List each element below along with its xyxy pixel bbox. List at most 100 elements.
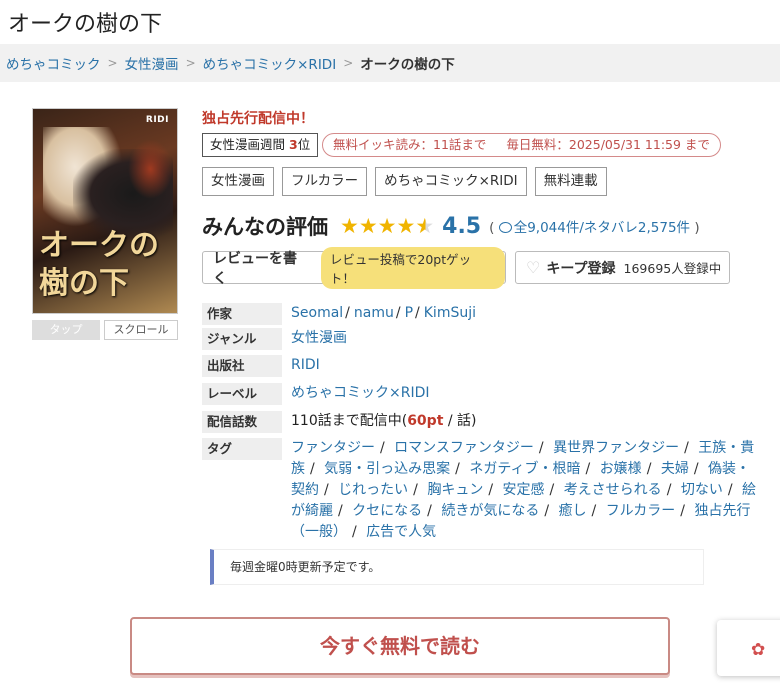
rank-badge[interactable]: 女性漫画週間 3 位 [202,133,319,157]
breadcrumb-separator: > [107,56,118,70]
rating-row: みんなの評価 ★ ★ ★ ★ ★ 4.5 ( 全9,044件/ネタバレ2,575… [202,211,700,241]
tag-link[interactable]: ファンタジー [291,440,375,456]
write-review-label: レビューを書く [213,250,297,287]
tag-link[interactable]: 胸キュン [427,482,483,498]
episodes-price: 60pt [407,413,444,429]
tap-button[interactable]: タップ [32,320,100,340]
star-icon: ★ [396,213,416,238]
star-icon: ★ [358,213,378,238]
tag-separator: / [585,461,591,477]
tag-separator: / [544,503,550,519]
cover-title-line: 樹の下 [39,266,129,301]
tag-separator: / [538,440,544,456]
tag-link[interactable]: じれったい [338,482,408,498]
free-read-badge: 無料イッキ読み：11話まで 毎日無料：2025/05/31 11:59 まで [322,133,721,157]
tag-separator: / [324,482,329,498]
cover-image[interactable]: RIDI オークの 樹の下 [32,108,178,314]
tag-link[interactable]: 夫婦 [661,461,689,477]
read-free-now-button[interactable]: 今すぐ無料で読む [130,617,670,675]
rank-badge-suffix: 位 [297,137,311,152]
tag-separator: / [666,482,672,498]
info-row-publisher: 出版社 RIDI [202,355,772,383]
exclusive-label: 独占先行配信中！ [202,111,314,127]
breadcrumb-separator: > [343,56,354,70]
keep-register-button[interactable]: ♡ キープ登録 169695人登録中 [515,251,730,284]
tag-list: ファンタジー / ロマンスファンタジー / 異世界ファンタジー / 王族・貴族 / 気弱… [282,438,762,543]
free-binge-text: 無料イッキ読み：11話まで [333,137,487,152]
rating-label: みんなの評価 [202,215,328,239]
paren-open: ( [489,220,495,236]
tag-link[interactable]: 切ない [681,482,723,498]
tag-link[interactable]: 考えさせられる [564,482,662,498]
info-key: タグ [202,438,282,460]
category-tag[interactable]: 女性漫画 [202,167,274,196]
author-link[interactable]: Seomal [291,305,343,321]
breadcrumb-separator: > [185,56,196,70]
tag-separator: / [488,482,494,498]
rank-badge-number: 3 [289,137,298,152]
cover-figure-hair [128,139,173,199]
star-icon: ★ [340,213,359,238]
write-review-button[interactable]: レビューを書く レビュー投稿で20ptゲット！ [202,246,506,289]
tag-link[interactable]: 気弱・引っ込み思案 [324,461,450,477]
author-link[interactable]: KimSuji [424,305,476,321]
tag-link[interactable]: ネガティブ・根暗 [469,461,580,477]
half-star-icon: ★ [415,213,435,238]
review-count-link[interactable]: ( 全9,044件/ネタバレ2,575件 ) [489,216,700,236]
tag-link[interactable]: 続きが気になる [441,503,539,519]
tag-separator: / [727,482,733,498]
rank-badge-label: 女性漫画週間 [210,137,286,152]
publisher-link[interactable]: RIDI [282,355,320,383]
tag-link[interactable]: 安定感 [503,482,545,498]
tag-link[interactable]: クセになる [352,503,422,519]
review-reward-pill: レビュー投稿で20ptゲット！ [320,246,505,289]
tag-separator: / [455,461,460,477]
tag-link[interactable]: 異世界ファンタジー [553,440,679,456]
paren-close: ) [694,220,700,236]
tag-link[interactable]: フルカラー [606,503,676,519]
category-tag[interactable]: フルカラー [282,167,368,196]
spoiler-count: /ネタバレ2,575件 [579,220,691,236]
tag-link[interactable]: 癒し [559,503,587,519]
floating-gift-button[interactable]: ✿ [717,620,780,676]
tag-link[interactable]: ロマンスファンタジー [394,440,534,456]
tag-separator: / [413,482,418,498]
author-link[interactable]: namu [354,305,394,321]
gift-icon: ✿ [751,640,766,660]
rating-stars: ★ ★ ★ ★ ★ [340,213,435,238]
breadcrumb: めちゃコミック > 女性漫画 > めちゃコミック×RIDI > オークの樹の下 [0,44,780,82]
label-link[interactable]: めちゃコミック×RIDI [282,383,430,411]
category-tag[interactable]: 無料連載 [534,167,607,196]
tag-separator: / [680,503,685,519]
tag-separator: / [591,503,597,519]
genre-link[interactable]: 女性漫画 [282,328,347,355]
scroll-button[interactable]: スクロール [104,320,178,340]
episodes-suffix: / 話) [443,413,477,429]
info-key: ジャンル [202,328,282,350]
breadcrumb-current: オークの樹の下 [360,57,455,73]
tag-separator: / [427,503,432,519]
breadcrumb-link-mechacomic[interactable]: めちゃコミック [6,53,101,73]
tag-separator: / [646,461,652,477]
tag-separator: / [310,461,315,477]
info-row-label: レーベル めちゃコミック×RIDI [202,383,772,411]
cover-publisher-mark: RIDI [145,115,169,125]
info-row-genre: ジャンル 女性漫画 [202,328,772,355]
info-table: 作家 Seomal / namu / P / KimSuji ジャンル 女性漫画 出版社 R… [202,303,772,543]
info-key: 作家 [202,303,282,325]
info-key: レーベル [202,383,282,405]
star-icon: ★ [377,213,397,238]
daily-free-text: 毎日無料：2025/05/31 11:59 まで [506,137,710,152]
tag-link[interactable]: 広告で人気 [366,524,436,540]
category-tag[interactable]: めちゃコミック×RIDI [375,167,527,196]
info-key: 出版社 [202,355,282,377]
category-tag-list: 女性漫画 フルカラー めちゃコミック×RIDI 無料連載 [202,167,607,196]
breadcrumb-link-josei[interactable]: 女性漫画 [125,53,179,73]
author-link[interactable]: P [405,305,413,321]
tag-link[interactable]: お嬢様 [600,461,642,477]
comment-count: 全9,044件 [513,220,580,236]
breadcrumb-link-ridi[interactable]: めちゃコミック×RIDI [203,53,337,73]
rating-score: 4.5 [442,213,482,239]
keep-register-label: キープ登録 [546,260,616,277]
comment-icon [498,222,512,233]
